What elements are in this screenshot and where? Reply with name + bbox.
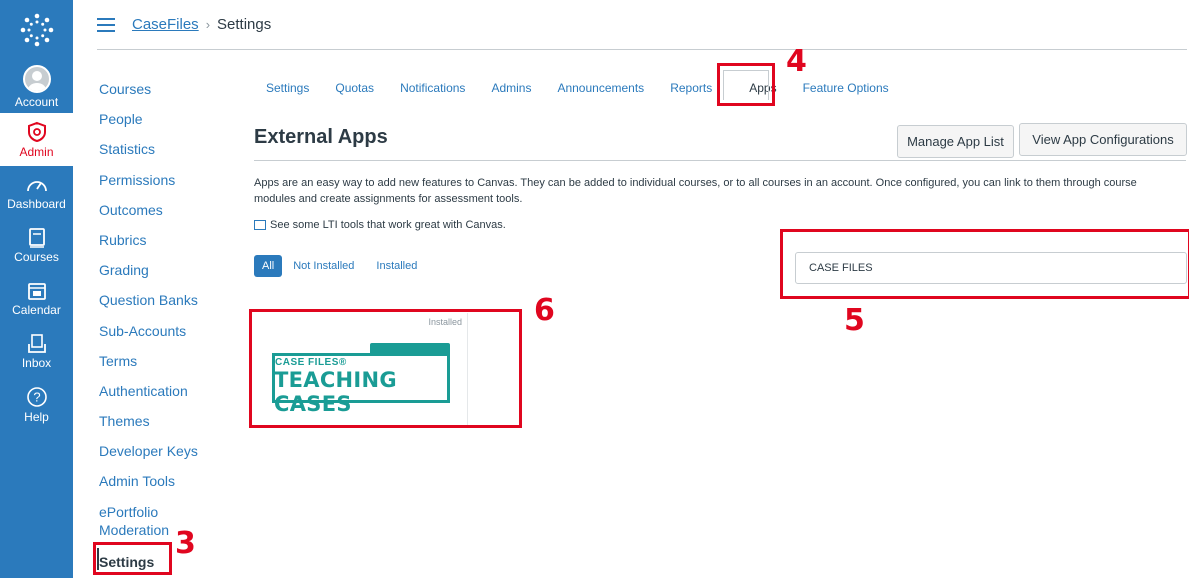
account-nav-question-banks[interactable]: Question Banks: [99, 291, 219, 321]
account-nav-courses[interactable]: Courses: [99, 80, 219, 110]
nav-account-label: Account: [14, 94, 59, 109]
account-nav-sub-accounts[interactable]: Sub-Accounts: [99, 322, 219, 352]
tab-quotas[interactable]: Quotas: [322, 72, 387, 104]
breadcrumb-casefiles-link[interactable]: CaseFiles: [132, 16, 199, 33]
filter-all[interactable]: All: [254, 255, 283, 277]
tab-admins[interactable]: Admins: [478, 72, 544, 104]
view-app-configurations-button[interactable]: View App Configurations: [1019, 123, 1187, 156]
help-icon: ?: [26, 386, 47, 407]
tab-notifications[interactable]: Notifications: [387, 72, 478, 104]
breadcrumb-separator: ›: [205, 17, 211, 32]
svg-text:?: ?: [33, 389, 40, 404]
calendar-icon: [27, 282, 46, 300]
tab-announcements[interactable]: Announcements: [544, 72, 657, 104]
nav-account[interactable]: Account: [0, 60, 73, 113]
breadcrumb-current: Settings: [217, 16, 272, 33]
account-nav-people[interactable]: People: [99, 110, 219, 140]
nav-admin[interactable]: Admin: [0, 113, 73, 166]
nav-help-label: Help: [24, 409, 49, 424]
account-nav-statistics[interactable]: Statistics: [99, 140, 219, 170]
annotation-number-4: 4: [786, 44, 807, 79]
highlight-box-settings: [93, 542, 172, 575]
filter-not-installed[interactable]: Not Installed: [293, 260, 354, 272]
case-files-logo: CASE FILES® TEACHING CASES: [272, 343, 450, 416]
avatar-icon: [22, 64, 51, 93]
nav-inbox[interactable]: Inbox: [0, 325, 73, 378]
account-nav-outcomes[interactable]: Outcomes: [99, 201, 219, 231]
nav-courses[interactable]: Courses: [0, 219, 73, 272]
global-nav: Account Admin Dashboard Courses Calendar: [0, 0, 73, 578]
apps-description: Apps are an easy way to add new features…: [254, 177, 1137, 205]
nav-dashboard-label: Dashboard: [7, 196, 66, 211]
app-status-label: Installed: [428, 317, 462, 327]
shield-icon: [27, 121, 46, 142]
filter-installed[interactable]: Installed: [376, 260, 417, 272]
lti-tools-link-text: See some LTI tools that work great with …: [270, 219, 506, 231]
account-nav-terms[interactable]: Terms: [99, 352, 219, 382]
manage-app-list-button[interactable]: Manage App List: [897, 125, 1014, 158]
highlight-box-apps-tab: [717, 63, 775, 106]
nav-dashboard[interactable]: Dashboard: [0, 166, 73, 219]
external-link-icon: [254, 220, 266, 230]
nav-calendar[interactable]: Calendar: [0, 272, 73, 325]
annotation-number-3: 3: [175, 526, 196, 561]
nav-courses-label: Courses: [14, 249, 59, 264]
annotation-number-6: 6: [534, 293, 555, 328]
app-card-case-files[interactable]: Installed CASE FILES® TEACHING CASES: [254, 313, 468, 425]
nav-inbox-label: Inbox: [21, 355, 52, 370]
dashboard-icon: [26, 180, 47, 191]
breadcrumb: CaseFiles › Settings: [132, 16, 271, 33]
account-nav-grading[interactable]: Grading: [99, 261, 219, 291]
account-nav-rubrics[interactable]: Rubrics: [99, 231, 219, 261]
page-header: CaseFiles › Settings: [97, 0, 1187, 50]
account-nav-permissions[interactable]: Permissions: [99, 171, 219, 201]
hamburger-menu-icon[interactable]: [97, 17, 115, 32]
account-nav-authentication[interactable]: Authentication: [99, 382, 219, 412]
tab-feature-options[interactable]: Feature Options: [791, 72, 902, 104]
nav-help[interactable]: ? Help: [0, 378, 73, 431]
annotation-number-5: 5: [844, 303, 865, 338]
nav-calendar-label: Calendar: [12, 302, 61, 317]
tab-settings[interactable]: Settings: [253, 72, 322, 104]
account-nav-developer-keys[interactable]: Developer Keys: [99, 442, 219, 472]
title-divider: [254, 160, 1186, 161]
app-filters: All Not Installed Installed: [254, 255, 439, 277]
account-nav: Courses People Statistics Permissions Ou…: [99, 80, 219, 578]
nav-admin-label: Admin: [19, 144, 54, 159]
account-nav-themes[interactable]: Themes: [99, 412, 219, 442]
page-title: External Apps: [254, 126, 388, 148]
account-nav-admin-tools[interactable]: Admin Tools: [99, 472, 219, 502]
app-search-input[interactable]: [795, 252, 1187, 284]
tab-reports[interactable]: Reports: [657, 72, 725, 104]
book-icon: [28, 227, 45, 248]
inbox-icon: [27, 333, 46, 353]
canvas-logo-icon[interactable]: [0, 0, 73, 60]
lti-tools-link[interactable]: See some LTI tools that work great with …: [254, 219, 506, 231]
